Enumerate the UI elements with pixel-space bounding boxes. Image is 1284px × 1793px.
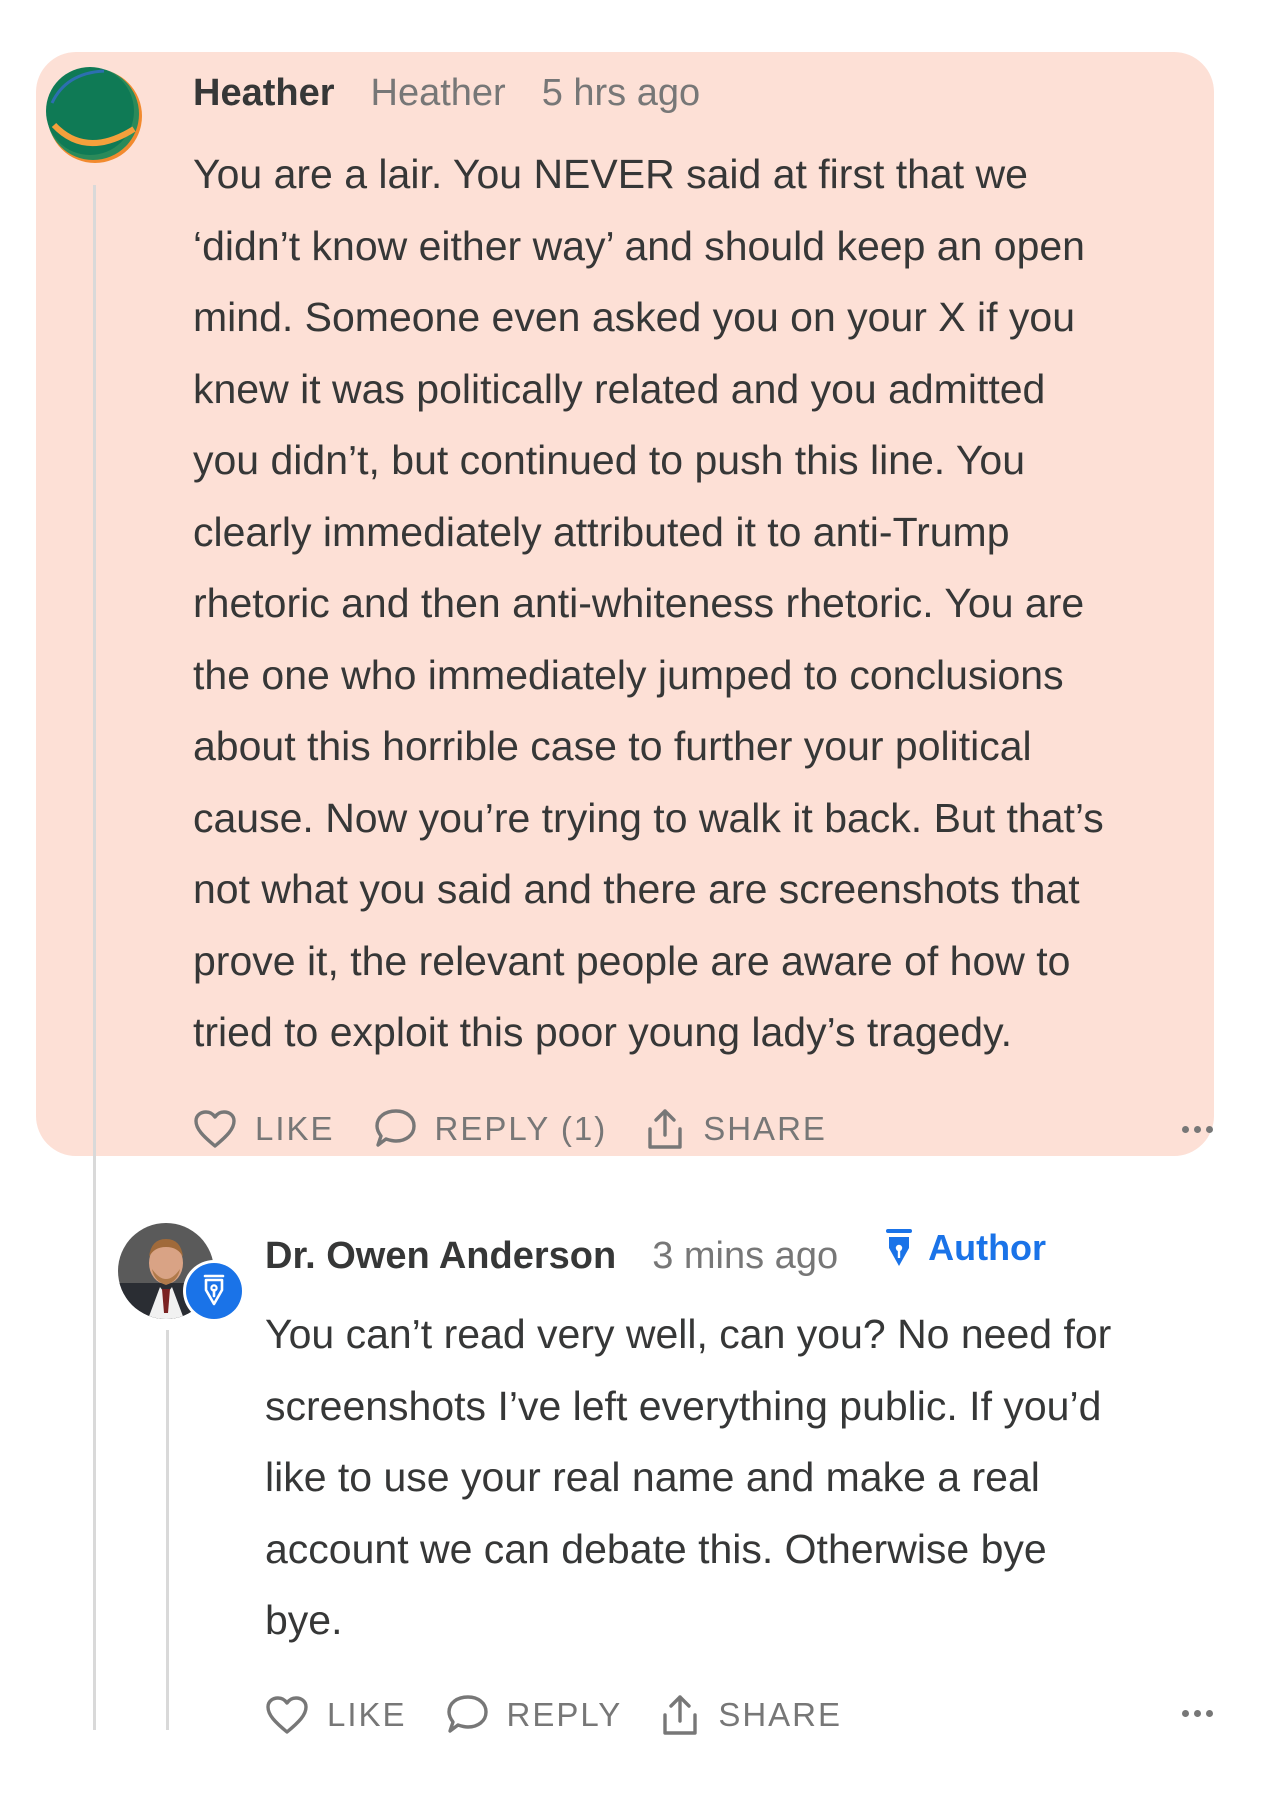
heart-icon — [266, 1696, 308, 1734]
more-dots-icon — [1182, 1126, 1189, 1133]
share-label: SHARE — [703, 1110, 827, 1147]
avatar-heather[interactable] — [46, 67, 144, 165]
reply-like-button[interactable]: LIKE — [265, 1695, 407, 1735]
share-upload-icon — [648, 1109, 682, 1149]
reply-author-name[interactable]: Dr. Owen Anderson — [265, 1235, 616, 1278]
reply-more-options-button[interactable] — [1182, 1710, 1213, 1717]
reply-reply-button[interactable]: REPLY — [445, 1694, 623, 1736]
thread-line-reply — [166, 1330, 169, 1730]
fountain-pen-icon — [186, 1263, 242, 1319]
heart-icon — [194, 1110, 236, 1148]
author-badge-icon-circle — [183, 1260, 245, 1322]
author-name[interactable]: Heather — [193, 72, 335, 115]
fountain-pen-icon — [886, 1229, 913, 1266]
like-label: LIKE — [255, 1110, 335, 1147]
reply-timestamp[interactable]: 3 mins ago — [652, 1235, 838, 1278]
reply-reply-label: REPLY — [506, 1696, 623, 1733]
more-dot — [1206, 1126, 1213, 1133]
comment-header: Heather Heather 5 hrs ago — [193, 72, 700, 115]
more-dots-icon — [1182, 1710, 1189, 1717]
reply-label: REPLY (1) — [434, 1110, 608, 1147]
share-upload-icon — [663, 1695, 698, 1735]
reply-share-button[interactable]: SHARE — [660, 1693, 842, 1737]
reply-like-label: LIKE — [327, 1696, 407, 1733]
reply-share-label: SHARE — [718, 1696, 843, 1733]
author-handle[interactable]: Heather — [371, 72, 506, 115]
comment-body: You are a lair. You NEVER said at first … — [193, 151, 1104, 1055]
reply-header: Dr. Owen Anderson 3 mins ago Author — [265, 1227, 1046, 1278]
comment-bubble-icon — [374, 1109, 416, 1147]
share-button[interactable]: SHARE — [645, 1107, 827, 1151]
avatar-heather-graphic — [46, 67, 142, 163]
reply-actions: LIKE REPLY SHARE — [265, 1693, 880, 1737]
reply-button[interactable]: REPLY (1) — [373, 1108, 608, 1150]
comment-actions: LIKE REPLY (1) SHARE — [193, 1107, 865, 1151]
more-options-button[interactable] — [1182, 1126, 1213, 1133]
thread-line-parent — [93, 185, 96, 1730]
like-button[interactable]: LIKE — [193, 1109, 335, 1149]
reply-body: You can’t read very well, can you? No ne… — [265, 1311, 1112, 1643]
more-dot — [1194, 1710, 1201, 1717]
author-badge: Author — [884, 1227, 1046, 1269]
more-dot — [1206, 1710, 1213, 1717]
comment-bubble-icon — [446, 1695, 488, 1733]
author-badge-label: Author — [928, 1227, 1047, 1268]
more-dot — [1194, 1126, 1201, 1133]
comment-timestamp[interactable]: 5 hrs ago — [542, 72, 700, 115]
